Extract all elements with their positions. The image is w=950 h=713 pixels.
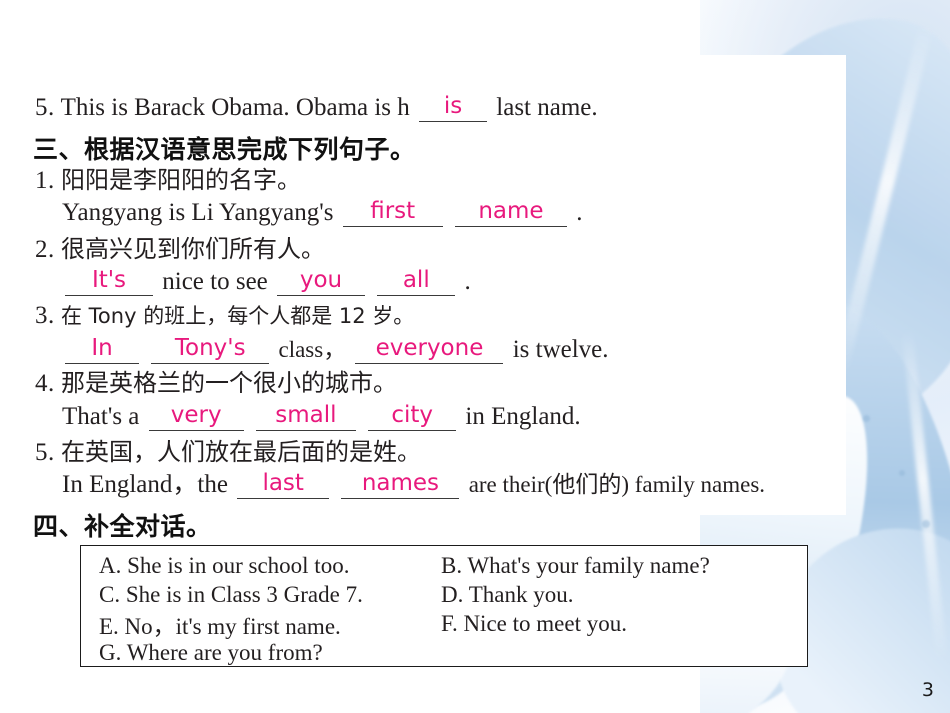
item-3-english: In Tony's class， everyone is twelve. [62,337,609,364]
answer-blank[interactable]: It's [65,269,153,296]
answer-blank[interactable]: small [255,402,356,431]
choices-grid: A. She is in our school too. B. What's y… [99,551,799,667]
sentence-after: . [576,199,583,226]
answer-text: name [478,198,544,224]
choice-row: E. No，it's my first name. F. Nice to mee… [99,607,799,641]
sentence-middle: nice to see [162,268,268,295]
item-3-chinese: 3. 在 Tony 的班上，每个人都是 12 岁。 [35,303,414,328]
sentence-before: In England，the [62,471,228,498]
answer-text: In [91,335,113,361]
choice-option-e[interactable]: E. No，it's my first name. [99,607,441,641]
answer-text: all [402,267,430,293]
answer-text: you [299,267,343,293]
answer-blank[interactable]: very [148,402,244,431]
item-4-english: That's a very small city in England. [62,404,581,431]
item-1-english: Yangyang is Li Yangyang's first name . [62,200,582,227]
answer-blank[interactable]: everyone [355,335,504,364]
sentence-after: is twelve. [512,336,609,363]
dialogue-choices-box: A. She is in our school too. B. What's y… [80,545,808,667]
item-1-chinese: 1. 阳阳是李阳阳的名字。 [35,168,301,193]
answer-blank[interactable]: Tony's [151,335,270,364]
choice-option-b[interactable]: B. What's your family name? [441,553,781,579]
carryover-question-5: 5. This is Barack Obama. Obama is h is l… [35,95,598,122]
section-four-heading: 四、补全对话。 [33,512,212,541]
answer-blank[interactable]: last [237,470,330,499]
chinese-prompt: 在英国，人们放在最后面的是姓。 [61,438,421,466]
choice-row: C. She is in Class 3 Grade 7. D. Thank y… [99,580,799,609]
sentence-before: Yangyang is Li Yangyang's [62,199,334,226]
choice-option-a[interactable]: A. She is in our school too. [99,553,441,579]
section-three-heading: 三、根据汉语意思完成下列句子。 [33,135,416,164]
answer-text: Tony's [174,335,246,361]
item-number: 3. [35,302,55,329]
worksheet-content: 5. This is Barack Obama. Obama is h is l… [0,0,950,713]
answer-text: city [391,402,433,428]
item-4-chinese: 4. 那是英格兰的一个很小的城市。 [35,371,397,396]
answer-text: names [361,470,440,496]
choice-option-g[interactable]: G. Where are you from? [99,640,441,666]
sentence-after: are their(他们的) family names. [468,472,766,497]
item-number: 1. [35,167,55,194]
answer-text: It's [91,267,127,293]
answer-text: everyone [375,335,484,361]
answer-blank[interactable]: name [454,198,567,227]
question-text-after: last name. [496,94,598,121]
answer-text: is [443,93,463,119]
answer-text: last [262,470,304,496]
answer-blank[interactable]: city [368,402,457,431]
answer-blank[interactable]: you [277,267,366,296]
item-5-chinese: 5. 在英国，人们放在最后面的是姓。 [35,440,421,465]
question-number: 5. [35,94,55,121]
answer-text: first [370,198,416,224]
answer-blank[interactable]: all [377,267,456,296]
answer-blank[interactable]: names [341,470,460,499]
item-number: 4. [35,370,55,397]
sentence-after: . [464,268,471,295]
question-text-before: This is Barack Obama. Obama is h [60,94,410,121]
item-2-english: It's nice to see you all . [62,269,471,296]
choice-option-f[interactable]: F. Nice to meet you. [441,611,781,637]
sentence-after: in England. [465,403,581,430]
item-5-english: In England，the last names are their(他们的)… [62,472,765,499]
item-number: 5. [35,439,55,466]
worksheet-slide: 5. This is Barack Obama. Obama is h is l… [0,0,950,713]
answer-blank[interactable]: first [342,198,443,227]
answer-text: small [275,402,337,428]
item-2-chinese: 2. 很高兴见到你们所有人。 [35,237,325,262]
item-number: 2. [35,236,55,263]
sentence-before: That's a [62,403,140,430]
sentence-middle: class， [278,337,347,362]
choice-row: G. Where are you from? [99,638,799,667]
answer-blank[interactable]: is [419,93,488,122]
chinese-prompt: 那是英格兰的一个很小的城市。 [61,369,397,397]
choice-option-d[interactable]: D. Thank you. [441,582,781,608]
page-number: 3 [921,679,934,701]
chinese-prompt: 阳阳是李阳阳的名字。 [61,166,301,194]
chinese-prompt: 在 Tony 的班上，每个人都是 12 岁。 [61,304,415,328]
answer-text: very [170,402,222,428]
chinese-prompt: 很高兴见到你们所有人。 [61,235,325,263]
choice-row: A. She is in our school too. B. What's y… [99,551,799,580]
choice-option-c[interactable]: C. She is in Class 3 Grade 7. [99,582,441,608]
answer-blank[interactable]: In [65,337,139,364]
